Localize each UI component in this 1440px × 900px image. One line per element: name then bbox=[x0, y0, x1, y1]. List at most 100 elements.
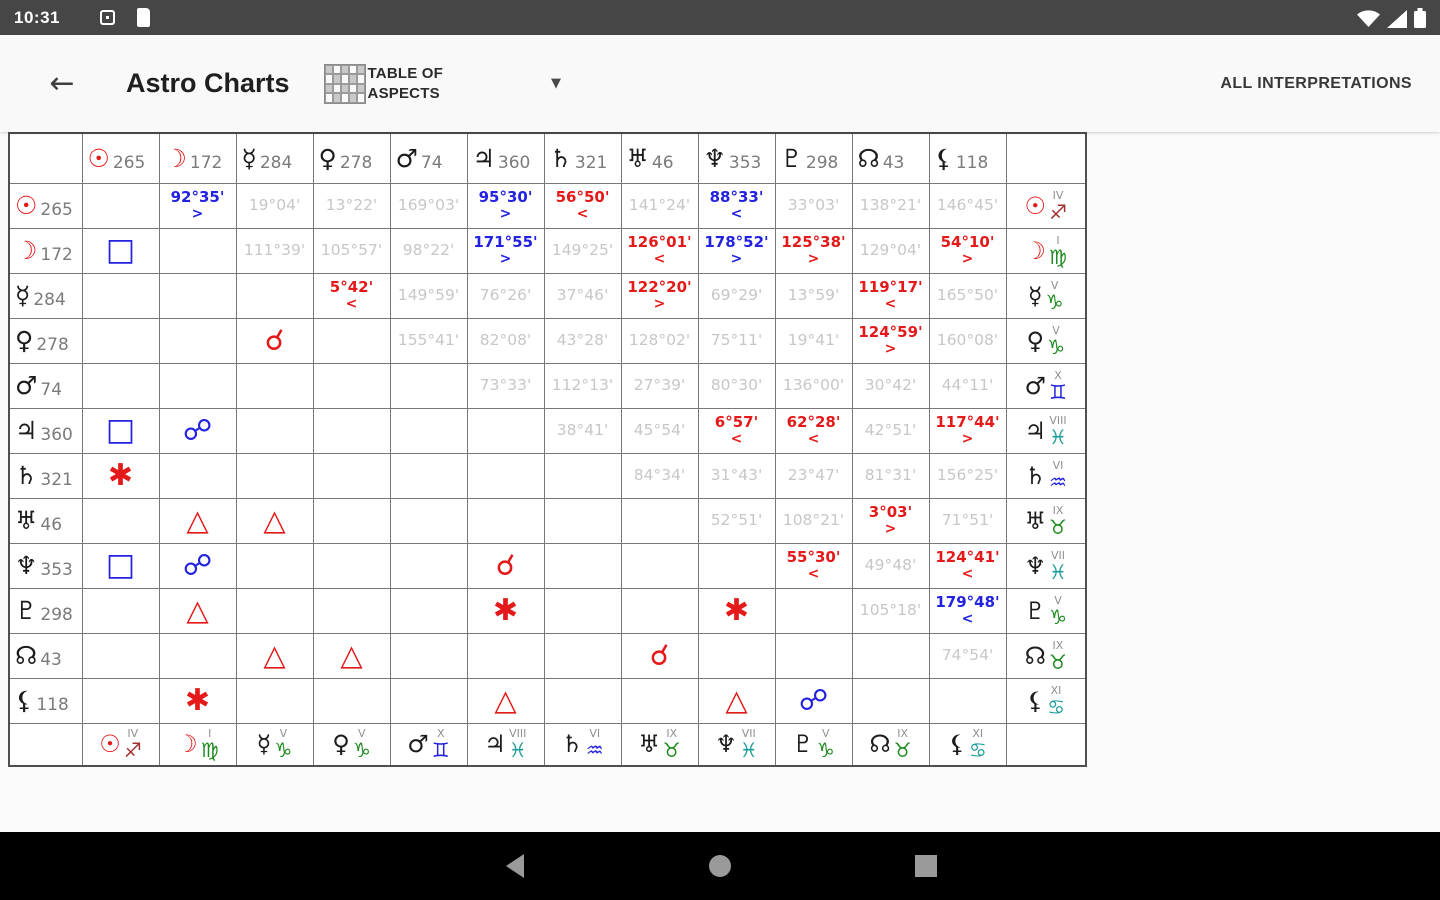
degree-cell-venus-jupiter[interactable]: 82°08' bbox=[467, 318, 544, 363]
degree-cell-venus-node[interactable]: 124°59'> bbox=[852, 318, 929, 363]
aspect-cell-trine-uranus-mercury[interactable]: △ bbox=[236, 498, 313, 543]
degree-cell-sun-pluto[interactable]: 33°03' bbox=[775, 183, 852, 228]
degree-cell-sun-node[interactable]: 138°21' bbox=[852, 183, 929, 228]
aspect-cell-opposition-jupiter-moon[interactable]: ☍ bbox=[159, 408, 236, 453]
degree-cell-venus-uranus[interactable]: 128°02' bbox=[621, 318, 698, 363]
nav-recents-button[interactable] bbox=[903, 843, 949, 889]
degree-cell-mercury-mars[interactable]: 149°59' bbox=[390, 273, 467, 318]
placement-bottom-sun[interactable]: ☉IV♐ bbox=[82, 723, 159, 766]
degree-cell-mercury-saturn[interactable]: 37°46' bbox=[544, 273, 621, 318]
degree-cell-moon-pluto[interactable]: 125°38'> bbox=[775, 228, 852, 273]
degree-cell-node-lilith[interactable]: 74°54' bbox=[929, 633, 1006, 678]
aspect-cell-trine-lilith-jupiter[interactable]: △ bbox=[467, 678, 544, 723]
degree-cell-uranus-neptune[interactable]: 52°51' bbox=[698, 498, 775, 543]
degree-cell-moon-neptune[interactable]: 178°52'> bbox=[698, 228, 775, 273]
degree-cell-mercury-neptune[interactable]: 69°29' bbox=[698, 273, 775, 318]
degree-cell-mars-saturn[interactable]: 112°13' bbox=[544, 363, 621, 408]
degree-cell-moon-lilith[interactable]: 54°10'> bbox=[929, 228, 1006, 273]
degree-cell-mercury-venus[interactable]: 5°42'< bbox=[313, 273, 390, 318]
degree-cell-sun-lilith[interactable]: 146°45' bbox=[929, 183, 1006, 228]
degree-cell-uranus-pluto[interactable]: 108°21' bbox=[775, 498, 852, 543]
placement-cell-uranus[interactable]: ♅IX♉ bbox=[1006, 498, 1086, 543]
aspect-cell-trine-pluto-moon[interactable]: △ bbox=[159, 588, 236, 633]
aspect-cell-square-moon-sun[interactable]: □ bbox=[82, 228, 159, 273]
placement-bottom-mars[interactable]: ♂X♊ bbox=[390, 723, 467, 766]
degree-cell-sun-saturn[interactable]: 56°50'< bbox=[544, 183, 621, 228]
degree-cell-venus-saturn[interactable]: 43°28' bbox=[544, 318, 621, 363]
degree-cell-mars-jupiter[interactable]: 73°33' bbox=[467, 363, 544, 408]
degree-cell-mars-uranus[interactable]: 27°39' bbox=[621, 363, 698, 408]
placement-bottom-pluto[interactable]: ♇V♑ bbox=[775, 723, 852, 766]
degree-cell-uranus-lilith[interactable]: 71°51' bbox=[929, 498, 1006, 543]
back-button[interactable]: ← bbox=[40, 62, 84, 106]
aspect-cell-trine-lilith-neptune[interactable]: △ bbox=[698, 678, 775, 723]
aspect-cell-trine-node-venus[interactable]: △ bbox=[313, 633, 390, 678]
degree-cell-venus-lilith[interactable]: 160°08' bbox=[929, 318, 1006, 363]
aspect-cell-square-neptune-sun[interactable]: □ bbox=[82, 543, 159, 588]
degree-cell-venus-mars[interactable]: 155°41' bbox=[390, 318, 467, 363]
degree-cell-saturn-node[interactable]: 81°31' bbox=[852, 453, 929, 498]
degree-cell-moon-uranus[interactable]: 126°01'< bbox=[621, 228, 698, 273]
degree-cell-sun-venus[interactable]: 13°22' bbox=[313, 183, 390, 228]
degree-cell-moon-mercury[interactable]: 111°39' bbox=[236, 228, 313, 273]
degree-cell-sun-mercury[interactable]: 19°04' bbox=[236, 183, 313, 228]
degree-cell-mercury-uranus[interactable]: 122°20'> bbox=[621, 273, 698, 318]
degree-cell-uranus-node[interactable]: 3°03'> bbox=[852, 498, 929, 543]
aspect-cell-opposition-neptune-moon[interactable]: ☍ bbox=[159, 543, 236, 588]
degree-cell-pluto-lilith[interactable]: 179°48'< bbox=[929, 588, 1006, 633]
placement-bottom-saturn[interactable]: ♄VI♒ bbox=[544, 723, 621, 766]
degree-cell-venus-pluto[interactable]: 19°41' bbox=[775, 318, 852, 363]
aspect-cell-sextile-lilith-moon[interactable]: ✱ bbox=[159, 678, 236, 723]
placement-bottom-uranus[interactable]: ♅IX♉ bbox=[621, 723, 698, 766]
degree-cell-saturn-uranus[interactable]: 84°34' bbox=[621, 453, 698, 498]
placement-bottom-venus[interactable]: ♀V♑ bbox=[313, 723, 390, 766]
degree-cell-mercury-node[interactable]: 119°17'< bbox=[852, 273, 929, 318]
placement-cell-node[interactable]: ☊IX♉ bbox=[1006, 633, 1086, 678]
degree-cell-saturn-lilith[interactable]: 156°25' bbox=[929, 453, 1006, 498]
all-interpretations-button[interactable]: ALL INTERPRETATIONS bbox=[1220, 75, 1412, 93]
degree-cell-jupiter-neptune[interactable]: 6°57'< bbox=[698, 408, 775, 453]
placement-cell-mercury[interactable]: ☿V♑ bbox=[1006, 273, 1086, 318]
degree-cell-jupiter-saturn[interactable]: 38°41' bbox=[544, 408, 621, 453]
placement-cell-jupiter[interactable]: ♃VIII♓ bbox=[1006, 408, 1086, 453]
placement-cell-lilith[interactable]: ⚸XI♋ bbox=[1006, 678, 1086, 723]
degree-cell-sun-moon[interactable]: 92°35'> bbox=[159, 183, 236, 228]
degree-cell-neptune-lilith[interactable]: 124°41'< bbox=[929, 543, 1006, 588]
aspect-cell-opposition-lilith-pluto[interactable]: ☍ bbox=[775, 678, 852, 723]
degree-cell-moon-venus[interactable]: 105°57' bbox=[313, 228, 390, 273]
degree-cell-venus-neptune[interactable]: 75°11' bbox=[698, 318, 775, 363]
placement-bottom-mercury[interactable]: ☿V♑ bbox=[236, 723, 313, 766]
degree-cell-sun-uranus[interactable]: 141°24' bbox=[621, 183, 698, 228]
aspect-cell-conjunction-venus-mercury[interactable]: ☌ bbox=[236, 318, 313, 363]
aspect-cell-conjunction-neptune-jupiter[interactable]: ☌ bbox=[467, 543, 544, 588]
aspect-cell-square-jupiter-sun[interactable]: □ bbox=[82, 408, 159, 453]
aspect-cell-trine-node-mercury[interactable]: △ bbox=[236, 633, 313, 678]
placement-bottom-jupiter[interactable]: ♃VIII♓ bbox=[467, 723, 544, 766]
degree-cell-saturn-pluto[interactable]: 23°47' bbox=[775, 453, 852, 498]
degree-cell-mercury-jupiter[interactable]: 76°26' bbox=[467, 273, 544, 318]
degree-cell-sun-mars[interactable]: 169°03' bbox=[390, 183, 467, 228]
degree-cell-mercury-pluto[interactable]: 13°59' bbox=[775, 273, 852, 318]
placement-bottom-lilith[interactable]: ⚸XI♋ bbox=[929, 723, 1006, 766]
degree-cell-jupiter-lilith[interactable]: 117°44'> bbox=[929, 408, 1006, 453]
nav-back-button[interactable] bbox=[491, 843, 537, 889]
chart-type-selector[interactable]: TABLE OF ASPECTS ▼ bbox=[324, 64, 561, 104]
aspect-cell-sextile-pluto-neptune[interactable]: ✱ bbox=[698, 588, 775, 633]
placement-cell-sun[interactable]: ☉IV♐ bbox=[1006, 183, 1086, 228]
degree-cell-moon-mars[interactable]: 98°22' bbox=[390, 228, 467, 273]
degree-cell-jupiter-uranus[interactable]: 45°54' bbox=[621, 408, 698, 453]
degree-cell-neptune-node[interactable]: 49°48' bbox=[852, 543, 929, 588]
degree-cell-mars-node[interactable]: 30°42' bbox=[852, 363, 929, 408]
degree-cell-saturn-neptune[interactable]: 31°43' bbox=[698, 453, 775, 498]
degree-cell-mercury-lilith[interactable]: 165°50' bbox=[929, 273, 1006, 318]
aspect-cell-trine-uranus-moon[interactable]: △ bbox=[159, 498, 236, 543]
degree-cell-jupiter-node[interactable]: 42°51' bbox=[852, 408, 929, 453]
placement-bottom-moon[interactable]: ☽I♍ bbox=[159, 723, 236, 766]
aspect-cell-sextile-pluto-jupiter[interactable]: ✱ bbox=[467, 588, 544, 633]
degree-cell-sun-jupiter[interactable]: 95°30'> bbox=[467, 183, 544, 228]
placement-cell-pluto[interactable]: ♇V♑ bbox=[1006, 588, 1086, 633]
placement-bottom-neptune[interactable]: ♆VII♓ bbox=[698, 723, 775, 766]
degree-cell-sun-neptune[interactable]: 88°33'< bbox=[698, 183, 775, 228]
placement-cell-saturn[interactable]: ♄VI♒ bbox=[1006, 453, 1086, 498]
degree-cell-neptune-pluto[interactable]: 55°30'< bbox=[775, 543, 852, 588]
